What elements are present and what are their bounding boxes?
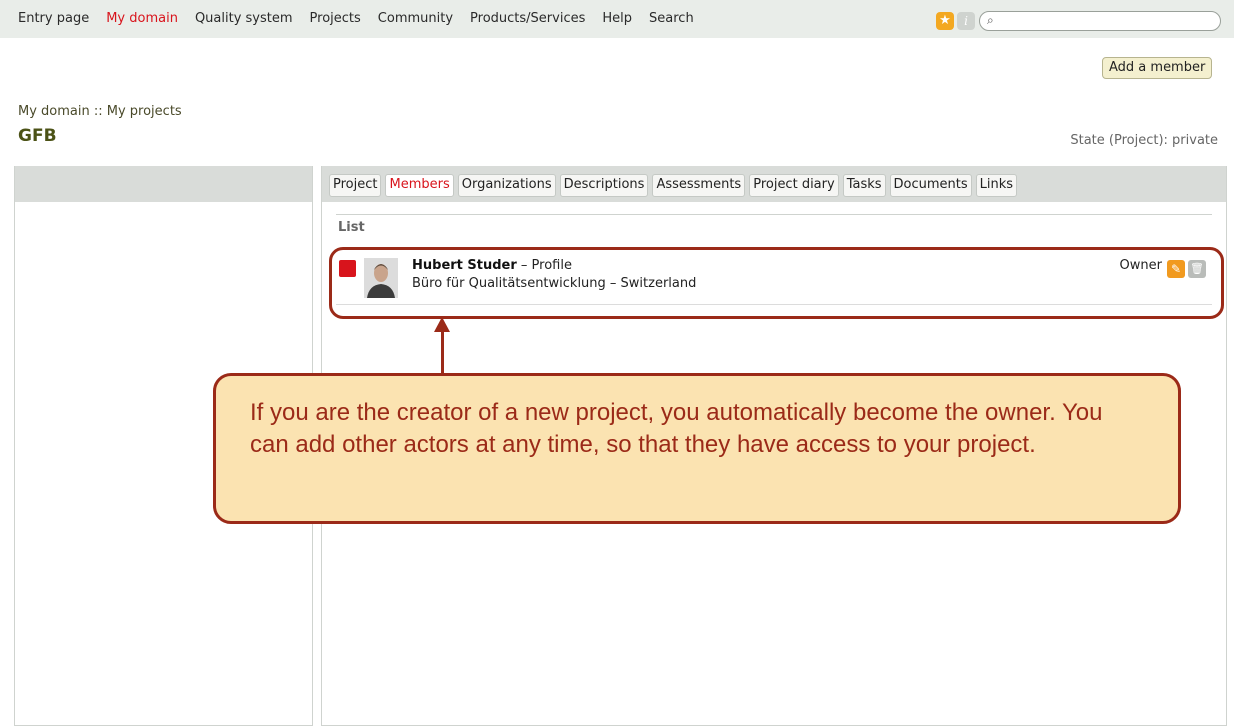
nav-item-help[interactable]: Help	[602, 11, 632, 26]
tab-bar: Project Members Organizations Descriptio…	[322, 166, 1226, 202]
add-member-button[interactable]: Add a member	[1102, 57, 1213, 79]
search-box[interactable]: ⌕	[979, 11, 1221, 31]
nav-item-search[interactable]: Search	[649, 11, 694, 26]
callout-text: If you are the creator of a new project,…	[250, 399, 1103, 458]
nav-item-community[interactable]: Community	[378, 11, 453, 26]
breadcrumb: My domain :: My projects	[18, 104, 182, 119]
page-title: GFB	[18, 126, 57, 146]
search-input[interactable]	[1002, 13, 1216, 30]
tab-assessments[interactable]: Assessments	[652, 174, 746, 197]
callout-box: If you are the creator of a new project,…	[213, 373, 1181, 524]
nav-item-projects[interactable]: Projects	[310, 11, 361, 26]
tab-tasks[interactable]: Tasks	[842, 174, 886, 197]
arrow-line	[441, 330, 444, 375]
tab-documents[interactable]: Documents	[889, 174, 972, 197]
tab-organizations[interactable]: Organizations	[457, 174, 556, 197]
list-heading: List	[338, 220, 365, 235]
search-icon: ⌕	[987, 13, 994, 27]
list-divider	[336, 214, 1212, 215]
nav-item-entry-page[interactable]: Entry page	[18, 11, 89, 26]
highlight-frame	[329, 247, 1224, 319]
tab-members[interactable]: Members	[385, 174, 454, 197]
nav-item-my-domain[interactable]: My domain	[106, 11, 178, 26]
nav-item-quality-system[interactable]: Quality system	[195, 11, 293, 26]
nav-items: Entry page My domain Quality system Proj…	[18, 11, 711, 26]
tab-project-diary[interactable]: Project diary	[749, 174, 839, 197]
nav-item-products-services[interactable]: Products/Services	[470, 11, 585, 26]
project-state: State (Project): private	[1070, 133, 1218, 148]
info-icon[interactable]: i	[957, 12, 975, 30]
tab-project[interactable]: Project	[329, 174, 382, 197]
tab-links[interactable]: Links	[975, 174, 1018, 197]
top-navigation: Entry page My domain Quality system Proj…	[0, 0, 1234, 38]
left-panel-header	[15, 166, 312, 202]
star-icon[interactable]: ★	[936, 12, 954, 30]
tab-descriptions[interactable]: Descriptions	[559, 174, 649, 197]
tabs: Project Members Organizations Descriptio…	[329, 174, 1021, 197]
